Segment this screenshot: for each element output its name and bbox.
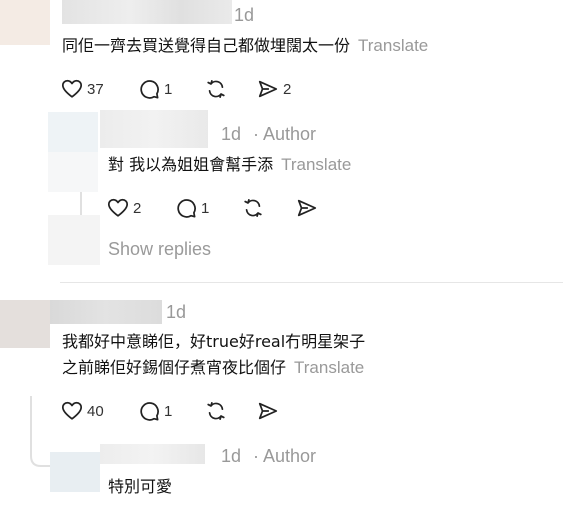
comment-time: 1d [234,5,255,25]
repost-button[interactable] [242,197,264,219]
divider [60,282,563,283]
like-button[interactable]: 2 [107,197,141,219]
share-button[interactable] [296,197,318,219]
repost-icon [207,80,225,98]
username-blurred[interactable] [62,0,232,24]
send-icon [297,199,317,217]
comment-text: 同佢一齊去買送覺得自己都做埋闊太一份 Translate [62,36,429,55]
repost-icon [244,199,262,217]
send-icon [258,80,278,98]
heart-icon [61,79,83,98]
avatar-shadow [48,152,98,192]
reply-count: 1 [164,80,173,98]
avatar[interactable] [48,112,98,152]
show-replies-link[interactable]: Show replies [108,239,211,260]
repost-icon [207,402,225,420]
translate-link[interactable]: Translate [281,155,351,174]
like-count: 40 [87,402,104,420]
comment-text: 特別可愛 [108,477,173,496]
heart-icon [107,198,129,217]
comment-time: 1d [221,124,242,144]
comment-icon [140,402,159,421]
share-count: 2 [283,80,292,98]
translate-link[interactable]: Translate [294,358,364,377]
like-count: 37 [87,80,104,98]
like-button[interactable]: 40 [61,400,104,422]
repost-button[interactable] [205,400,227,422]
username-blurred[interactable] [100,110,208,148]
author-badge: · Author [253,124,317,144]
like-button[interactable]: 37 [61,78,104,100]
comment-text-line-1: 我都好中意睇佢，好true好real冇明星架子 [62,332,366,351]
avatar-shadow [48,215,100,265]
repost-button[interactable] [205,78,227,100]
comment-text: 對 我以為姐姐會幫手添 Translate [108,155,352,174]
reply-button[interactable]: 1 [175,197,209,219]
comment-time: 1d [166,302,187,322]
comment-icon [177,199,196,218]
comment-icon [140,80,159,99]
like-count: 2 [133,199,142,217]
reply-count: 1 [201,199,210,217]
share-button[interactable]: 2 [257,78,291,100]
comment-time: 1d [221,446,242,466]
reply-button[interactable]: 1 [138,78,172,100]
avatar[interactable] [0,300,50,348]
avatar[interactable] [50,452,100,492]
comment-text-line-2: 之前睇佢好錫個仔煮宵夜比個仔 Translate [62,358,365,377]
translate-link[interactable]: Translate [358,36,428,55]
username-blurred[interactable] [100,444,205,464]
reply-count: 1 [164,402,173,420]
avatar[interactable] [0,0,50,45]
reply-button[interactable]: 1 [138,400,172,422]
send-icon [258,402,278,420]
heart-icon [61,401,83,420]
username-blurred[interactable] [50,300,162,324]
share-button[interactable] [257,400,279,422]
author-badge: · Author [253,446,317,466]
